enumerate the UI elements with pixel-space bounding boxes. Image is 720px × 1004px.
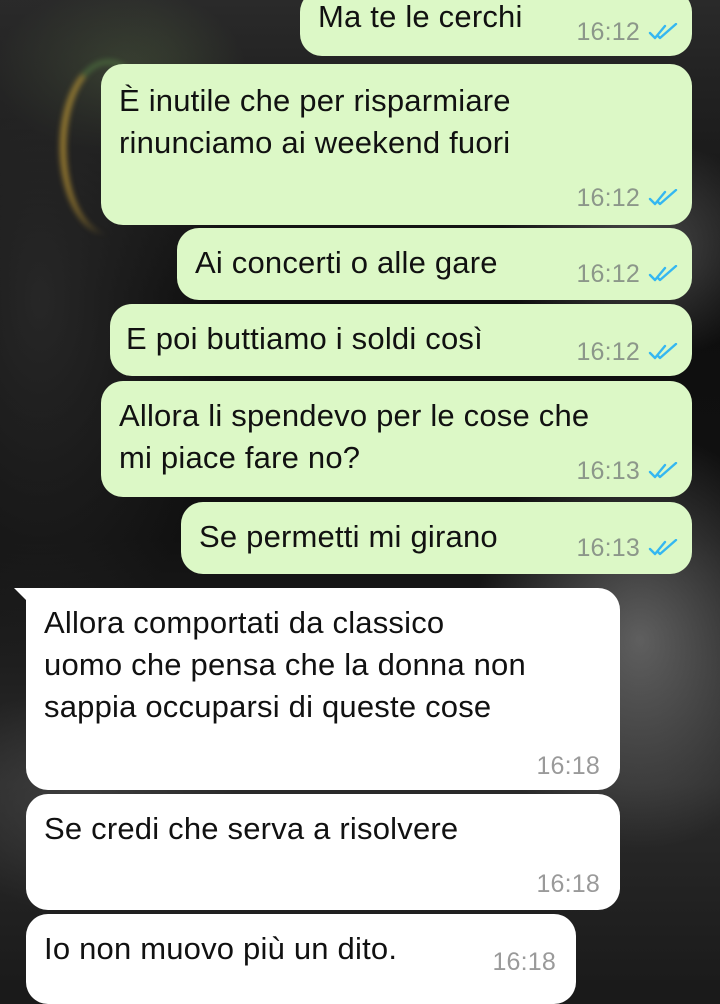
- double-check-read-icon: [648, 462, 678, 479]
- message-text: È inutile che per risparmiare rinunciamo…: [119, 83, 511, 160]
- double-check-read-icon: [648, 265, 678, 282]
- incoming-message-bubble[interactable]: Se credi che serva a risolvere 16:18: [26, 794, 620, 910]
- message-text: Allora li spendevo per le cose che mi pi…: [119, 398, 590, 475]
- outgoing-message-bubble[interactable]: Ai concerti o alle gare 16:12: [177, 228, 692, 300]
- message-time: 16:13: [576, 457, 640, 485]
- message-text: Ma te le cerchi: [318, 0, 523, 34]
- outgoing-message-bubble[interactable]: Allora li spendevo per le cose che mi pi…: [101, 381, 692, 497]
- message-time: 16:18: [536, 752, 600, 780]
- outgoing-message-bubble[interactable]: È inutile che per risparmiare rinunciamo…: [101, 64, 692, 225]
- message-time: 16:12: [576, 184, 640, 212]
- incoming-message-bubble[interactable]: Io non muovo più un dito. 16:18: [26, 914, 576, 1004]
- message-text: Ai concerti o alle gare: [195, 245, 498, 280]
- message-meta: 16:18: [536, 752, 600, 780]
- message-meta: 16:13: [576, 457, 678, 485]
- message-text: E poi buttiamo i soldi così: [126, 321, 483, 356]
- message-time: 16:18: [536, 870, 600, 898]
- outgoing-message-bubble[interactable]: E poi buttiamo i soldi così 16:12: [110, 304, 692, 376]
- message-time: 16:12: [576, 338, 640, 366]
- double-check-read-icon: [648, 189, 678, 206]
- message-text: Se credi che serva a risolvere: [44, 811, 459, 846]
- message-meta: 16:18: [492, 948, 556, 976]
- message-meta: 16:12: [576, 18, 678, 46]
- message-time: 16:12: [576, 18, 640, 46]
- incoming-message-bubble[interactable]: Allora comportati da classico uomo che p…: [26, 588, 620, 790]
- outgoing-message-bubble[interactable]: Se permetti mi girano 16:13: [181, 502, 692, 574]
- message-text: Allora comportati da classico uomo che p…: [44, 605, 526, 724]
- double-check-read-icon: [648, 343, 678, 360]
- message-meta: 16:13: [576, 534, 678, 562]
- outgoing-message-bubble[interactable]: Ma te le cerchi 16:12: [300, 0, 692, 56]
- message-meta: 16:12: [576, 338, 678, 366]
- message-time: 16:18: [492, 948, 556, 976]
- message-time: 16:12: [576, 260, 640, 288]
- message-meta: 16:12: [576, 184, 678, 212]
- message-meta: 16:12: [576, 260, 678, 288]
- double-check-read-icon: [648, 539, 678, 556]
- double-check-read-icon: [648, 23, 678, 40]
- message-meta: 16:18: [536, 870, 600, 898]
- message-time: 16:13: [576, 534, 640, 562]
- message-text: Se permetti mi girano: [199, 519, 498, 554]
- message-text: Io non muovo più un dito.: [44, 931, 398, 966]
